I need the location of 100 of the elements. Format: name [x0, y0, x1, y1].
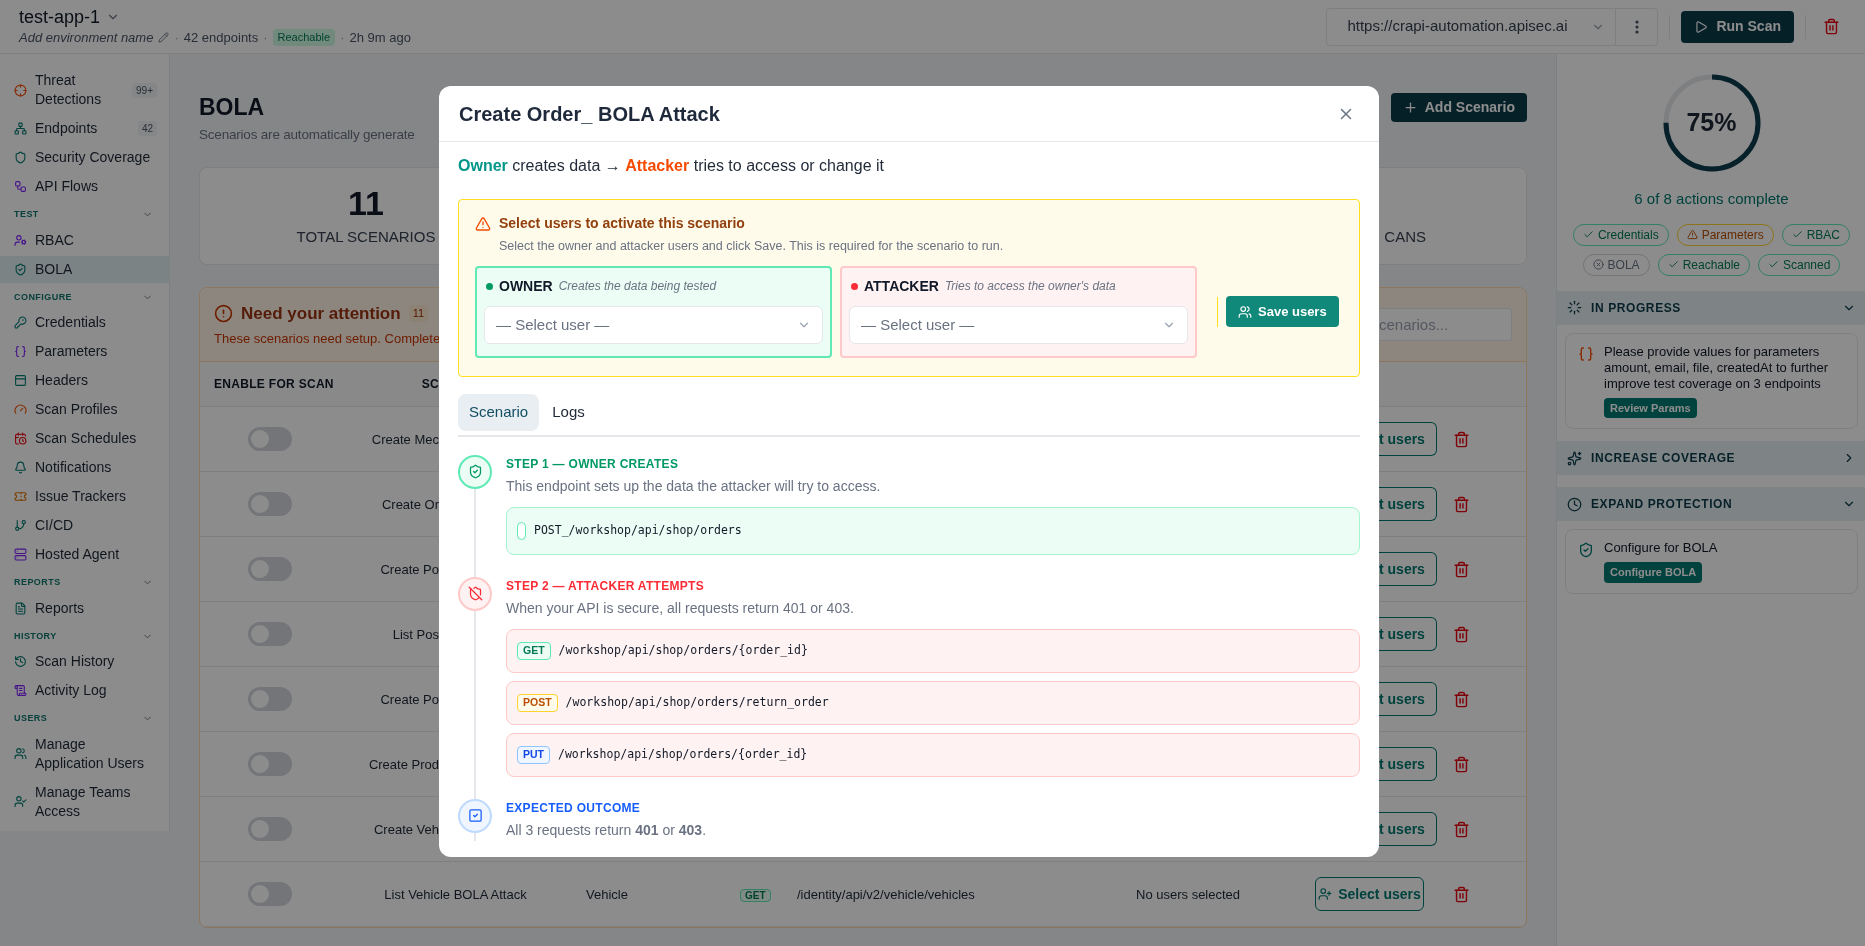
toggle-switch[interactable]: [248, 492, 292, 517]
key-icon: [14, 316, 27, 329]
toggle-switch[interactable]: [248, 752, 292, 777]
section-toggle[interactable]: TEST: [0, 205, 169, 225]
section-header[interactable]: EXPAND PROTECTION: [1557, 487, 1865, 521]
section-header[interactable]: INCREASE COVERAGE: [1557, 441, 1865, 475]
sidebar-item[interactable]: Manage Teams Access: [0, 778, 169, 825]
sidebar-item[interactable]: Credentials: [0, 309, 169, 336]
sidebar-item[interactable]: Threat Detections 99+: [0, 67, 169, 113]
scroll-icon: [14, 684, 27, 697]
url-select[interactable]: https://crapi-automation.apisec.ai: [1326, 7, 1659, 46]
delete-button[interactable]: [1453, 560, 1470, 578]
toggle-switch[interactable]: [248, 687, 292, 712]
section-toggle[interactable]: HISTORY: [0, 626, 169, 646]
sidebar-item[interactable]: Headers: [0, 367, 169, 394]
task-button[interactable]: Review Params: [1604, 397, 1697, 418]
sidebar-item[interactable]: Endpoints 42: [0, 115, 169, 142]
sidebar-item[interactable]: CI/CD: [0, 512, 169, 539]
method-badge: PUT: [517, 745, 550, 764]
user-icon: [14, 233, 27, 247]
method-badge: POST: [517, 693, 558, 712]
notice-title: Select users to activate this scenario: [499, 214, 745, 233]
trash-icon: [1453, 430, 1470, 448]
method-badge: GET: [517, 641, 551, 660]
count-badge: 42: [137, 121, 157, 136]
network-icon: [14, 122, 27, 135]
select-users-button[interactable]: Select users: [1315, 877, 1424, 912]
scenario-name: Create Mec: [370, 430, 439, 449]
delete-button[interactable]: [1453, 885, 1470, 903]
delete-button[interactable]: [1453, 755, 1470, 773]
trash-icon: [1453, 495, 1470, 513]
role-label: ATTACKER: [864, 276, 939, 296]
calendar-icon: [14, 432, 27, 445]
history-icon: [14, 655, 27, 668]
run-scan-button[interactable]: Run Scan: [1681, 10, 1794, 43]
save-users-button[interactable]: Save users: [1226, 296, 1339, 328]
meta-text: 42 endpoints: [183, 28, 259, 47]
section-toggle[interactable]: CONFIGURE: [0, 287, 169, 307]
add-scenario-button[interactable]: Add Scenario: [1390, 93, 1527, 122]
environment-name-field[interactable]: Add environment name: [19, 27, 154, 48]
trash-icon: [1453, 755, 1470, 773]
delete-button[interactable]: [1453, 430, 1470, 448]
step-title: STEP 1 — OWNER CREATES: [506, 455, 680, 473]
sidebar-item[interactable]: Security Coverage: [0, 144, 169, 171]
sidebar-item[interactable]: BOLA: [0, 255, 169, 283]
tab[interactable]: Scenario: [458, 393, 540, 431]
alert-icon: [214, 304, 233, 323]
document-icon: [14, 601, 27, 615]
toggle-switch[interactable]: [248, 622, 292, 647]
scenario-name: Create Or: [380, 495, 439, 514]
meta-text: 2h 9m ago: [349, 28, 411, 47]
app-name: test-app-1: [19, 5, 101, 28]
sidebar-item[interactable]: Scan Schedules: [0, 425, 169, 452]
user-check-icon: [14, 795, 27, 808]
count-badge: 99+: [132, 82, 157, 98]
endpoint-path: /workshop/api/shop/orders/{order_id}: [558, 746, 808, 764]
shield-off-icon: [467, 586, 483, 602]
attention-title: Need your attention: [241, 302, 401, 325]
shield-check-icon: [14, 262, 27, 276]
role-label: OWNER: [499, 276, 553, 296]
stat-label: TOTAL SCENARIOS: [296, 227, 436, 247]
role-hint: Tries to access the owner's data: [944, 278, 1116, 296]
toggle-switch[interactable]: [248, 427, 292, 452]
section-header[interactable]: IN PROGRESS: [1557, 290, 1865, 325]
delete-button[interactable]: [1453, 625, 1470, 643]
toggle-switch[interactable]: [248, 817, 292, 842]
sidebar-item[interactable]: Reports: [0, 594, 169, 622]
trash-icon: [1453, 690, 1470, 708]
user-select[interactable]: — Select user —: [484, 305, 823, 344]
sidebar-item[interactable]: Activity Log: [0, 677, 169, 704]
sidebar-item[interactable]: Scan Profiles: [0, 396, 169, 423]
sidebar-item[interactable]: API Flows: [0, 173, 169, 200]
section-toggle[interactable]: REPORTS: [0, 573, 169, 593]
sidebar-item[interactable]: Manage Application Users: [0, 730, 169, 777]
x-circle-icon: [1592, 259, 1604, 270]
shield-icon: [14, 151, 27, 164]
pencil-icon[interactable]: [158, 32, 170, 43]
task-text: Configure for BOLA: [1604, 540, 1718, 556]
workflow-icon: [14, 180, 27, 193]
users-icon: [1238, 304, 1252, 319]
crosshair-icon: [14, 83, 27, 97]
toggle-switch[interactable]: [248, 557, 292, 582]
sidebar-item[interactable]: RBAC: [0, 226, 169, 254]
delete-button[interactable]: [1453, 495, 1470, 513]
delete-button[interactable]: [1453, 690, 1470, 708]
stat-label: CANS: [1384, 227, 1426, 247]
section-toggle[interactable]: USERS: [0, 709, 169, 729]
ticket-icon: [14, 490, 27, 503]
sidebar-item[interactable]: Parameters: [0, 338, 169, 365]
task-button[interactable]: Configure BOLA: [1604, 562, 1703, 583]
delete-button[interactable]: [1453, 820, 1470, 838]
sidebar-item[interactable]: Notifications: [0, 454, 169, 481]
toggle-switch[interactable]: [248, 882, 292, 907]
sidebar-item[interactable]: Hosted Agent: [0, 541, 169, 568]
column-header: SC: [420, 376, 439, 394]
sidebar-item[interactable]: Issue Trackers: [0, 483, 169, 510]
gauge-icon: [14, 403, 27, 416]
sidebar-item[interactable]: Scan History: [0, 648, 169, 675]
tab[interactable]: Logs: [541, 393, 596, 431]
user-select[interactable]: — Select user —: [849, 305, 1188, 344]
